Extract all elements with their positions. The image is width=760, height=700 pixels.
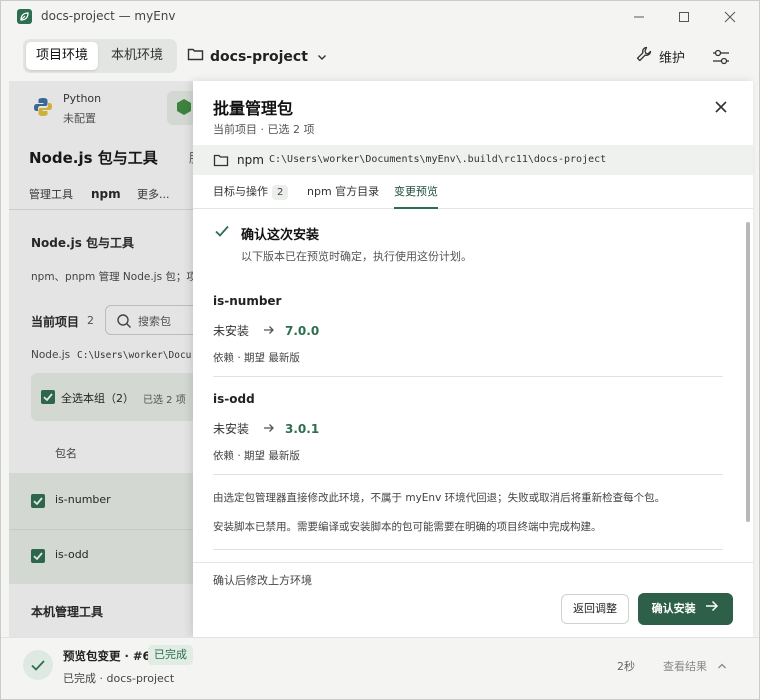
maintain-label: 维护 [659,51,686,66]
divider [213,549,723,550]
divider [213,376,723,377]
arrow-right-icon [263,422,275,436]
maximize-button[interactable] [672,5,696,29]
confirm-subtext: 以下版本已在预览时确定，执行使用这份计划。 [241,250,472,263]
confirm-install-label: 确认安装 [651,602,696,615]
package-name: is-odd [213,392,255,406]
tab-npm-catalog[interactable]: npm 官方目录 [307,183,379,209]
back-button[interactable]: 返回调整 [561,594,629,624]
minimize-button[interactable] [627,5,651,29]
task-subtitle: 已完成 · docs-project [63,672,175,685]
manager-path-bar: npm C:\Users\worker\Documents\myEnv\.bui… [193,145,753,175]
window-close-button[interactable] [718,5,742,29]
preview-scroll-area[interactable]: 确认这次安装 以下版本已在预览时确定，执行使用这份计划。 is-number 未… [193,210,753,562]
environment-switch: 项目环境 本机环境 [23,39,177,73]
scrollbar-thumb[interactable] [746,222,750,522]
batch-manage-drawer: 批量管理包 当前项目 · 已选 2 项 npm C:\Users\worker\… [193,81,753,637]
tab-change-preview[interactable]: 变更预览 [394,183,438,209]
close-icon[interactable] [711,97,731,117]
divider [193,562,753,563]
task-duration: 2秒 [617,660,635,673]
project-name: docs-project [210,49,308,65]
tab-local-env[interactable]: 本机环境 [101,42,173,70]
settings-sliders-icon[interactable] [709,45,733,69]
check-icon [213,222,231,240]
status-badge: 已完成 [148,645,193,665]
arrow-right-icon [263,324,275,338]
project-path: C:\Users\worker\Documents\myEnv\.build\r… [269,154,607,165]
package-target-version: 7.0.0 [285,324,320,338]
package-name: is-number [213,294,282,308]
view-results-label: 查看结果 [663,660,707,673]
tab-targets-label: 目标与操作 [213,185,268,198]
environment-warning: 由选定包管理器直接修改此环境，不属于 myEnv 环境代回退；失败或取消后将重新… [213,492,666,504]
confirm-install-button[interactable]: 确认安装 [638,593,733,625]
tab-project-env[interactable]: 项目环境 [26,42,99,70]
maintain-button[interactable]: 维护 [635,45,685,69]
footer-note: 确认后修改上方环境 [213,574,312,587]
view-results-button[interactable]: 查看结果 [663,658,727,674]
package-change-item: is-number 未安装 7.0.0 依赖 · 期望 最新版 [213,294,723,365]
wrench-icon [635,45,653,72]
package-dependency-info: 依赖 · 期望 最新版 [213,450,300,462]
title-bar: docs-project — myEnv [1,1,759,33]
tab-targets[interactable]: 目标与操作 2 [213,183,289,209]
tab-targets-count: 2 [272,185,289,200]
chevron-down-icon [314,53,327,64]
task-title: 预览包变更 · #6 [63,649,151,663]
check-icon [23,650,53,680]
package-from: 未安装 [213,422,250,436]
drawer-tabs: 目标与操作 2 npm 官方目录 变更预览 [193,177,753,209]
drawer-subtitle: 当前项目 · 已选 2 项 [213,123,315,136]
package-target-version: 3.0.1 [285,422,320,436]
folder-icon [187,45,204,69]
package-from: 未安装 [213,324,250,338]
package-dependency-info: 依赖 · 期望 最新版 [213,352,300,364]
manager-name: npm [237,153,264,167]
task-status-bar: 预览包变更 · #6 已完成 已完成 · docs-project 2秒 查看结… [1,637,759,699]
package-change-item: is-odd 未安装 3.0.1 依赖 · 期望 最新版 [213,392,723,463]
window-title: docs-project — myEnv [41,9,176,23]
install-scripts-note: 安装脚本已禁用。需要编译或安装脚本的包可能需要在明确的项目终端中完成构建。 [213,521,602,533]
chevron-up-icon [717,660,727,673]
drawer-title: 批量管理包 [213,99,294,118]
divider [213,474,723,475]
leaf-icon [17,9,32,24]
modal-overlay[interactable] [9,81,193,637]
project-selector[interactable]: docs-project [187,45,327,69]
folder-icon [213,153,229,170]
arrow-right-icon [705,593,719,625]
confirm-heading: 确认这次安装 [241,228,320,243]
app-window: docs-project — myEnv 项目环境 本机环境 docs-proj… [0,0,760,700]
